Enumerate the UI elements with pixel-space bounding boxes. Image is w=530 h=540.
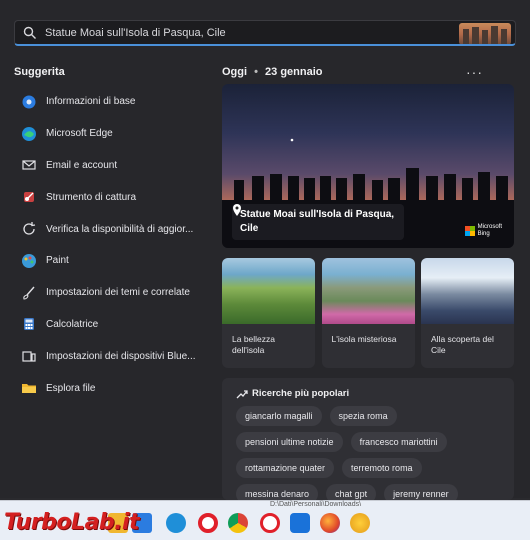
suggested-item-label: Microsoft Edge (46, 128, 113, 140)
search-chip[interactable]: chat gpt (326, 484, 377, 500)
more-options-button[interactable]: ··· (466, 64, 483, 80)
suggested-list: Informazioni di base Microsoft Edge Emai… (14, 86, 204, 404)
opera-taskbar-icon[interactable] (198, 513, 218, 533)
today-title: Oggi (222, 66, 248, 78)
suggested-item-verifica-aggiornamenti[interactable]: Verifica la disponibilità di aggior... (14, 213, 204, 245)
folder-icon (20, 379, 38, 397)
search-chip[interactable]: francesco mariottini (350, 432, 447, 452)
refresh-icon (20, 220, 38, 238)
suggested-item-microsoft-edge[interactable]: Microsoft Edge (14, 118, 204, 150)
popular-searches-title: Ricerche più popolari (236, 388, 349, 399)
suggested-item-impostazioni-temi[interactable]: Impostazioni dei temi e correlate (14, 277, 204, 309)
turbolab-watermark-logo: TurboLab.it (4, 510, 140, 535)
devices-icon (20, 347, 38, 365)
card-image (421, 258, 514, 324)
separator-dot: • (254, 66, 258, 78)
hero-caption-text: Statue Moai sull'Isola di Pasqua, Cile (240, 209, 395, 234)
suggested-item-label: Impostazioni dei dispositivi Blue... (46, 350, 196, 362)
bing-logo: Microsoft Bing (464, 224, 502, 238)
search-chip[interactable]: giancarlo magalli (236, 406, 322, 426)
edge-taskbar-icon[interactable] (166, 513, 186, 533)
edge-icon (20, 125, 38, 143)
chrome-taskbar-icon[interactable] (228, 513, 248, 533)
suggested-item-dispositivi-bluetooth[interactable]: Impostazioni dei dispositivi Blue... (14, 340, 204, 372)
search-chip[interactable]: terremoto roma (342, 458, 422, 478)
taskbar-path-tooltip: D:\Dati\Personali\Downloads\ (270, 501, 362, 508)
bing-brand-line1: Microsoft (477, 224, 502, 230)
suggested-item-email-account[interactable]: Email e account (14, 150, 204, 182)
suggested-item-esplora-file[interactable]: Esplora file (14, 372, 204, 404)
suggested-item-paint[interactable]: Paint (14, 245, 204, 277)
today-header: Oggi • 23 gennaio (222, 66, 323, 78)
search-chip[interactable]: rottamazione quater (236, 458, 335, 478)
gear-info-icon (20, 93, 38, 111)
search-highlight-image (459, 23, 511, 44)
card-bellezza-isola[interactable]: La bellezza dell'isola (222, 258, 315, 368)
suggested-item-label: Informazioni di base (46, 96, 136, 108)
card-label: Alla scoperta del Cile (431, 334, 494, 355)
search-box[interactable]: Statue Moai sull'Isola di Pasqua, Cile (14, 20, 516, 46)
calculator-icon (20, 315, 38, 333)
search-chip[interactable]: pensioni ultime notizie (236, 432, 343, 452)
firefox-taskbar-icon[interactable] (320, 513, 340, 533)
search-chip[interactable]: spezia roma (329, 406, 397, 426)
suggested-item-label: Impostazioni dei temi e correlate (46, 287, 190, 299)
suggested-title: Suggerita (14, 66, 65, 78)
hero-card[interactable]: Statue Moai sull'Isola di Pasqua, Cile M… (222, 84, 514, 248)
brush-icon (20, 284, 38, 302)
card-image (321, 258, 415, 324)
card-label: La bellezza dell'isola (232, 334, 276, 355)
hero-location-caption[interactable]: Statue Moai sull'Isola di Pasqua, Cile (232, 204, 404, 240)
microsoft-logo-icon (464, 226, 475, 236)
mail-icon (20, 156, 38, 174)
popular-searches-title-text: Ricerche più popolari (252, 388, 350, 399)
popular-searches-panel: Ricerche più popolari giancarlo magalli … (222, 378, 514, 500)
suggested-item-calcolatrice[interactable]: Calcolatrice (14, 309, 204, 341)
search-chip[interactable]: jeremy renner (384, 484, 458, 500)
search-input[interactable]: Statue Moai sull'Isola di Pasqua, Cile (45, 27, 226, 39)
suggested-item-strumento-di-cattura[interactable]: Strumento di cattura (14, 181, 204, 213)
related-cards: La bellezza dell'isola L'isola misterios… (222, 258, 514, 368)
card-label: L'isola misteriosa (331, 334, 397, 344)
card-scoperta-cile[interactable]: Alla scoperta del Cile (421, 258, 514, 368)
search-chip[interactable]: messina denaro (236, 484, 319, 500)
app-taskbar-icon[interactable] (350, 513, 370, 533)
trending-icon (236, 389, 248, 398)
popular-search-chips: giancarlo magalli spezia roma pensioni u… (236, 406, 508, 500)
suggested-item-label: Verifica la disponibilità di aggior... (46, 223, 194, 235)
bing-brand-line2: Bing (477, 231, 490, 237)
suggested-item-label: Strumento di cattura (46, 191, 137, 203)
search-icon (23, 26, 36, 39)
suggested-item-label: Email e account (46, 159, 118, 171)
location-pin-icon (233, 204, 241, 216)
suggested-item-informazioni-di-base[interactable]: Informazioni di base (14, 86, 204, 118)
suggested-item-label: Paint (46, 255, 69, 267)
paint-icon (20, 252, 38, 270)
suggested-item-label: Esplora file (46, 382, 96, 394)
teamviewer-taskbar-icon[interactable] (290, 513, 310, 533)
suggested-item-label: Calcolatrice (46, 318, 99, 330)
card-image (222, 258, 315, 324)
watermark-text: TurboLab.it (4, 510, 140, 535)
card-isola-misteriosa[interactable]: L'isola misteriosa (321, 258, 415, 368)
opera-gx-taskbar-icon[interactable] (260, 513, 280, 533)
start-menu-search-panel: Statue Moai sull'Isola di Pasqua, Cile S… (0, 0, 530, 500)
snipping-tool-icon (20, 188, 38, 206)
today-date: 23 gennaio (265, 66, 323, 78)
